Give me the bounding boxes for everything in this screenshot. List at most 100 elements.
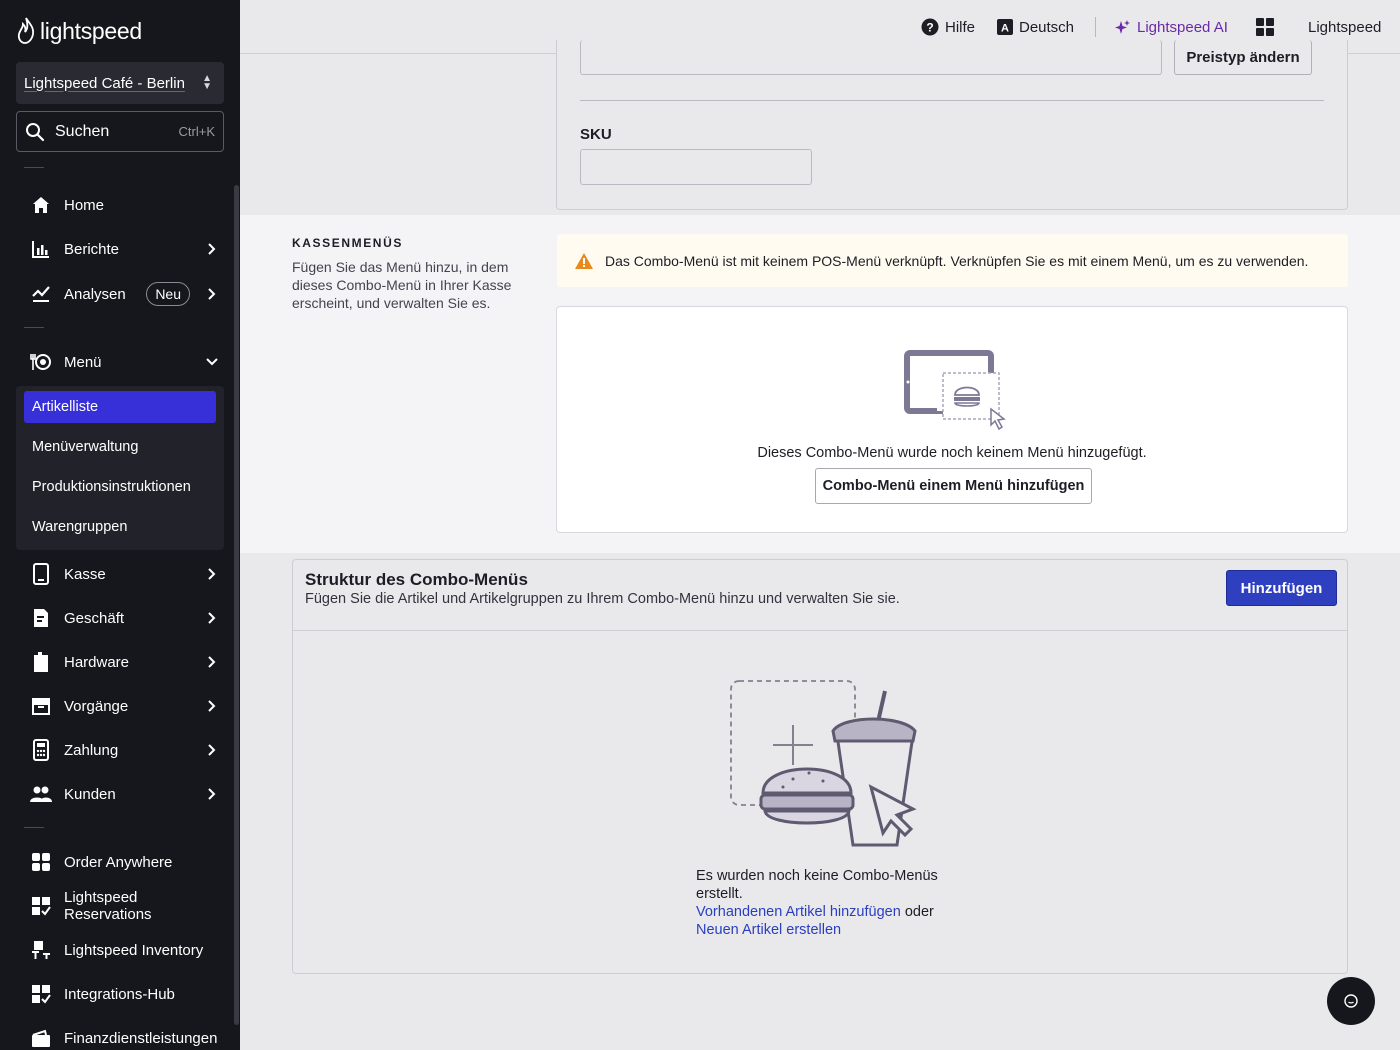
chevron-right-icon [200,242,224,256]
header-divider [1095,17,1096,37]
sidebar-item-label: Hardware [64,653,130,671]
help-label: Hilfe [945,18,976,36]
sidebar-subitem-menu-management[interactable]: Menüverwaltung [24,431,216,463]
sparkle-icon [1115,20,1130,34]
sidebar-search[interactable]: Suchen Ctrl+K [16,111,224,152]
search-label: Suchen [55,122,110,140]
flame-icon [17,17,35,44]
combo-meal-illustration [730,680,917,847]
store-selector[interactable]: Lightspeed Café - Berlin ▲ ▼ [16,62,224,104]
search-icon [26,122,45,141]
sidebar-item-label: Home [64,196,105,214]
chevron-right-icon [200,743,224,757]
sidebar-item-menu[interactable]: Menü [16,343,224,381]
sidebar-item-label: Berichte [64,240,120,258]
sidebar-item-payment[interactable]: Zahlung [16,731,224,769]
chevron-updown-icon: ▲ ▼ [202,73,212,92]
warning-icon [575,252,593,269]
add-button[interactable]: Hinzufügen [1226,570,1337,606]
or-text: oder [904,904,934,920]
chevron-right-icon [200,787,224,801]
sidebar-item-analytics[interactable]: Analysen Neu [16,275,224,313]
price-input[interactable] [580,40,1162,75]
chat-icon [1344,994,1358,1008]
combo-structure-card: Struktur des Combo-Menüs Fügen Sie die A… [292,559,1348,974]
chat-support-button[interactable] [1327,977,1375,1025]
sidebar-item-label: Order Anywhere [64,853,173,871]
sidebar-subitem-article-list[interactable]: Artikelliste [24,391,216,423]
tablet-icon [16,563,64,585]
chevron-right-icon [200,699,224,713]
sidebar-subitem-product-groups[interactable]: Warengruppen [24,511,216,543]
combo-structure-title: Struktur des Combo-Menüs [305,570,528,589]
new-badge: Neu [146,282,190,306]
svg-text:A: A [1001,23,1009,35]
home-icon [16,195,64,215]
create-new-article-link[interactable]: Neuen Artikel erstellen [696,922,841,938]
add-existing-article-link[interactable]: Vorhandenen Artikel hinzufügen [696,904,901,920]
menu-plate-icon [16,352,64,372]
pos-menus-description: Fügen Sie das Menü hinzu, in dem dieses … [292,259,512,311]
apps-check-icon [16,896,64,916]
ai-label: Lightspeed AI [1137,18,1228,36]
pos-menus-title: KASSENMENÜS [292,236,403,250]
sidebar-item-hardware[interactable]: Hardware [16,643,224,681]
sidebar: lightspeed Lightspeed Café - Berlin ▲ ▼ S… [0,0,240,1050]
pos-menus-empty-card: Dieses Combo-Menü wurde noch keinem Menü… [556,306,1348,533]
sidebar-item-label: Lightspeed Inventory [64,941,204,959]
combo-structure-subtitle: Fügen Sie die Artikel und Artikelgruppen… [305,591,900,607]
logo-text: lightspeed [40,17,142,44]
chevron-right-icon [200,611,224,625]
warning-text: Das Combo-Menü ist mit keinem POS-Menü v… [605,252,1309,269]
sku-input[interactable] [580,149,812,185]
chevron-down-icon [200,357,224,367]
grid-app-icon [16,852,64,872]
combo-structure-header: Struktur des Combo-Menüs Fügen Sie die A… [293,560,1347,631]
sidebar-item-pos[interactable]: Kasse [16,555,224,593]
sidebar-item-reservations[interactable]: Lightspeed Reservations [16,887,224,925]
apps-grid-icon [1256,18,1274,36]
trend-icon [16,284,64,304]
sidebar-item-order-anywhere[interactable]: Order Anywhere [16,843,224,881]
inventory-icon [16,940,64,960]
sidebar-divider [24,167,44,168]
sidebar-item-label: Vorgänge [64,697,129,715]
bar-chart-icon [16,239,64,259]
sidebar-item-operations[interactable]: Vorgänge [16,687,224,725]
change-price-type-button[interactable]: Preistyp ändern [1174,40,1312,75]
sidebar-item-financial[interactable]: Finanzdienstleistungen [16,1019,224,1050]
svg-text:?: ? [926,21,933,35]
lightspeed-logo[interactable]: lightspeed [16,14,142,48]
add-combo-to-menu-button[interactable]: Combo-Menü einem Menü hinzufügen [815,468,1092,504]
sidebar-divider [24,827,44,828]
device-icon [16,651,64,673]
sidebar-item-business[interactable]: Geschäft [16,599,224,637]
payment-terminal-icon [16,739,64,761]
sidebar-item-label: Kasse [64,565,106,583]
apps-check-icon [16,984,64,1004]
archive-icon [16,696,64,716]
sidebar-item-integrations[interactable]: Integrations-Hub [16,975,224,1013]
help-icon: ? [921,18,939,36]
language-icon: A [997,19,1013,35]
sidebar-item-customers[interactable]: Kunden [16,775,224,813]
combo-empty-line1: Es wurden noch keine Combo-Menüs [696,868,938,884]
sidebar-item-label: Zahlung [64,741,119,759]
pos-menus-empty-text: Dieses Combo-Menü wurde noch keinem Menü… [757,445,1147,461]
warning-banner: Das Combo-Menü ist mit keinem POS-Menü v… [557,234,1348,287]
sidebar-item-inventory[interactable]: Lightspeed Inventory [16,931,224,969]
combo-empty-line2: erstellt. [696,886,743,902]
chevron-right-icon [200,567,224,581]
combo-empty-text: Es wurden noch keine Combo-Menüs erstell… [696,867,938,939]
sidebar-item-label: Geschäft [64,609,125,627]
sidebar-scrollbar[interactable] [234,185,239,1025]
sidebar-item-reports[interactable]: Berichte [16,230,224,268]
sidebar-item-home[interactable]: Home [16,186,224,224]
account-label: Lightspeed [1308,18,1382,36]
search-shortcut: Ctrl+K [178,124,215,139]
store-name: Lightspeed Café - Berlin [24,74,185,92]
sidebar-subitem-production-instructions[interactable]: Produktionsinstruktionen [24,471,216,503]
sidebar-item-label: Menü [64,353,102,371]
wallet-icon [16,1028,64,1048]
sidebar-item-label: Finanzdienstleistungen [64,1029,218,1047]
